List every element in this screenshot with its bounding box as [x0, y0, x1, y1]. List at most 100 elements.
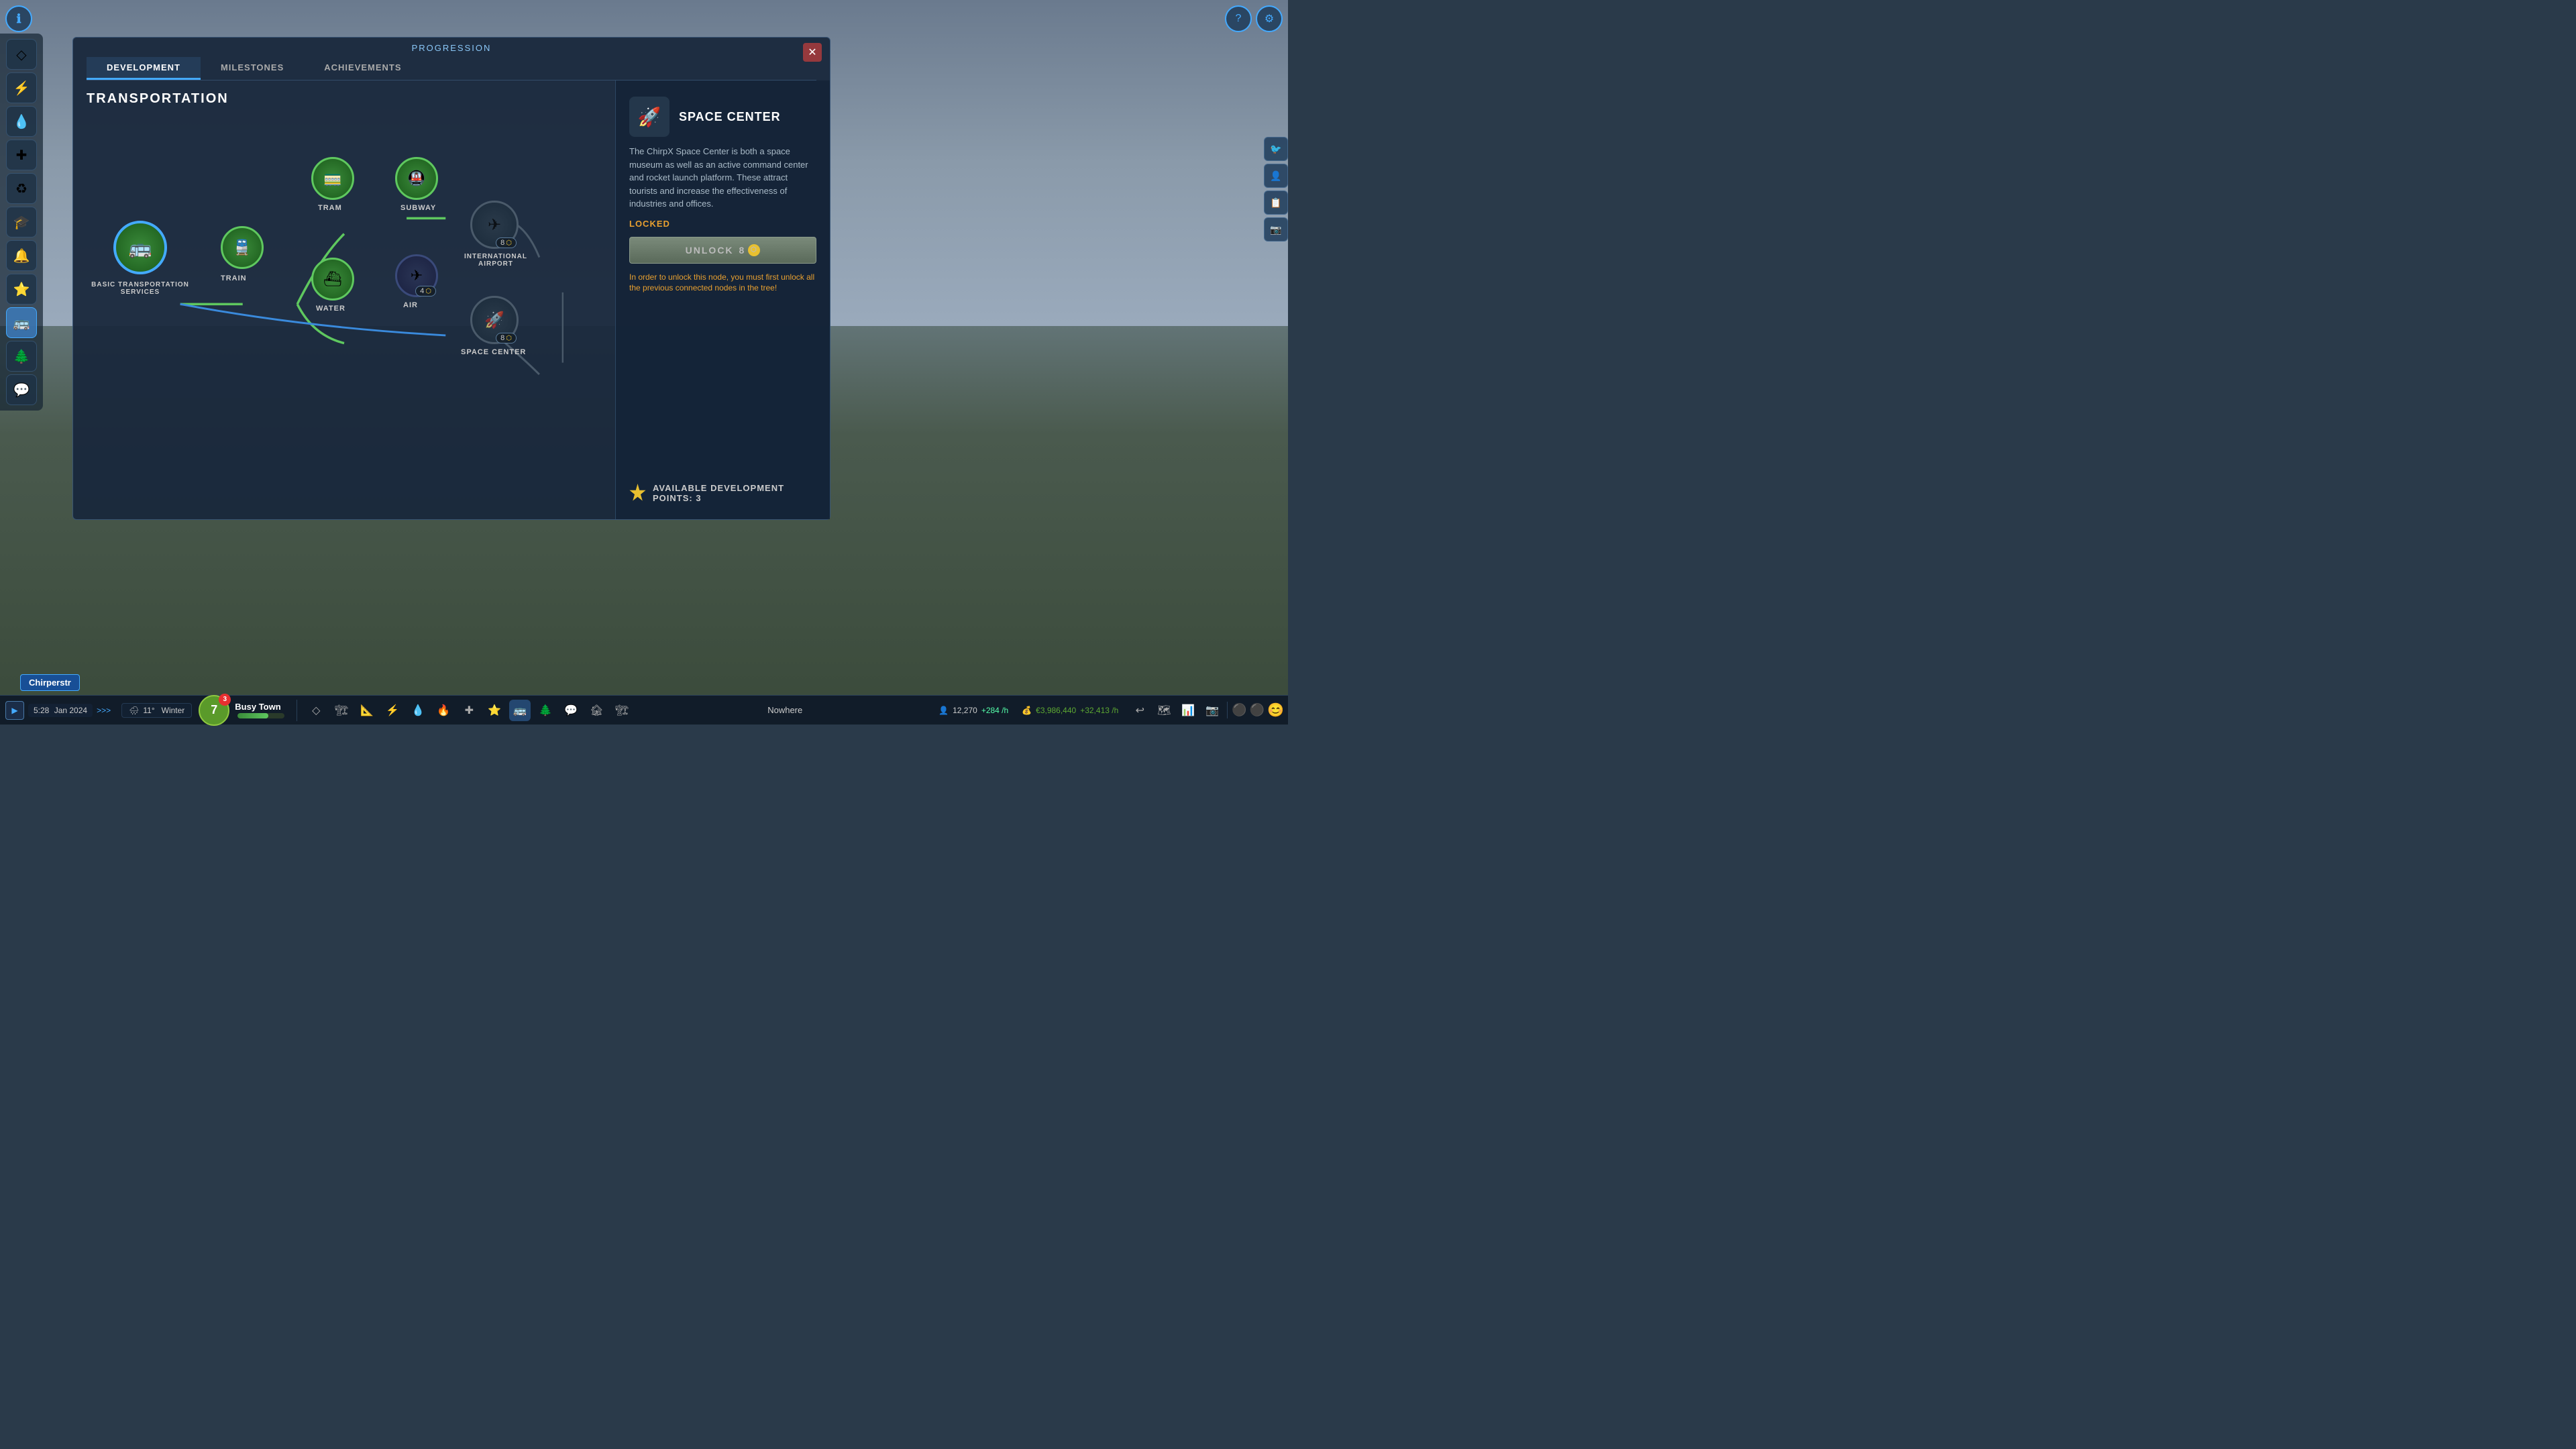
toolbar-chart[interactable]: 📊 — [1177, 700, 1199, 721]
toolbar-chat[interactable]: 💬 — [560, 700, 582, 721]
sidebar-item-parks[interactable]: 🌲 — [6, 341, 37, 372]
cost-icon: ⬡ — [748, 244, 760, 256]
node-tram[interactable]: 🚃 — [311, 157, 354, 200]
info-button[interactable]: ℹ — [5, 5, 32, 32]
node-basic-transport[interactable]: 🚌 — [113, 221, 167, 274]
settings-icon: ⚙ — [1265, 12, 1274, 25]
level-badge[interactable]: 7 3 — [199, 695, 229, 726]
reaction-neutral[interactable]: ⚫ — [1232, 703, 1246, 717]
toolbar-icons: ◇ 🏗 📐 ⚡ 💧 🔥 ✚ ⭐ 🚌 🌲 💬 🏚 🏗 — [300, 700, 638, 721]
sidebar-item-electricity[interactable]: ⚡ — [6, 72, 37, 103]
sidebar-item-education[interactable]: 🎓 — [6, 207, 37, 237]
sidebar-item-recycling[interactable]: ♻ — [6, 173, 37, 204]
toolbar-photo[interactable]: 📷 — [1201, 700, 1223, 721]
progression-modal: PROGRESSION ✕ DEVELOPMENT MILESTONES ACH… — [72, 37, 830, 520]
dev-points-icon — [629, 484, 646, 502]
node-airport-label: INTERNATIONALAIRPORT — [455, 253, 536, 268]
tab-milestones[interactable]: MILESTONES — [201, 57, 304, 80]
notepad-button[interactable]: 📋 — [1264, 191, 1288, 215]
game-time: 5:28 — [34, 706, 49, 715]
sidebar-item-transport[interactable]: 🚌 — [6, 307, 37, 338]
cost-value: 8 — [739, 245, 746, 256]
toolbar-undo[interactable]: ↩ — [1129, 700, 1150, 721]
population-widget: 👤 12,270 +284 /h — [932, 706, 1015, 715]
node-subway[interactable]: 🚇 — [395, 157, 438, 200]
money-icon: 💰 — [1022, 706, 1032, 715]
detail-status: LOCKED — [629, 219, 816, 229]
money-value: €3,986,440 — [1036, 706, 1076, 715]
toolbar-zone[interactable]: ◇ — [305, 700, 327, 721]
toolbar-transport[interactable]: 🚌 — [509, 700, 531, 721]
left-sidebar: ◇ ⚡ 💧 ✚ ♻ 🎓 🔔 ⭐ 🚌 🌲 💬 — [0, 34, 43, 411]
node-water-label: WATER — [316, 305, 345, 313]
detail-icon: 🚀 — [629, 97, 669, 137]
play-button[interactable]: ▶ — [5, 701, 24, 720]
toolbar-map[interactable]: 🗺 — [1153, 700, 1175, 721]
speed-buttons[interactable]: >>> — [97, 706, 111, 715]
toolbar-build2[interactable]: 🏗 — [611, 700, 633, 721]
city-display-name: Busy Town — [235, 702, 287, 712]
sidebar-item-health[interactable]: ✚ — [6, 140, 37, 170]
node-basic-transport-label: BASIC TRANSPORTATIONSERVICES — [90, 281, 191, 296]
screenshot-button[interactable]: 📷 — [1264, 217, 1288, 241]
settings-button[interactable]: ⚙ — [1256, 5, 1283, 32]
right-sidebar: 🐦 👤 📋 📷 — [1261, 134, 1288, 244]
reaction-neutral2[interactable]: ⚫ — [1250, 703, 1265, 717]
dev-points-label: AVAILABLE DEVELOPMENT POINTS: 3 — [653, 483, 816, 503]
toolbar-water[interactable]: 💧 — [407, 700, 429, 721]
toolbar-fire[interactable]: 🔥 — [433, 700, 454, 721]
sidebar-item-water[interactable]: 💧 — [6, 106, 37, 137]
node-subway-label: SUBWAY — [400, 204, 436, 212]
modal-body: TRANSPORTATION — [73, 80, 830, 519]
weather-widget: 🌧 11° Winter — [121, 703, 192, 718]
detail-description: The ChirpX Space Center is both a space … — [629, 145, 816, 211]
temperature: 11° — [143, 706, 154, 715]
tab-development[interactable]: DEVELOPMENT — [87, 57, 201, 80]
node-water-transport[interactable]: ⛴ — [311, 258, 354, 301]
season: Winter — [162, 706, 185, 715]
unlock-button[interactable]: UNLOCK 8 ⬡ — [629, 237, 816, 264]
notif-count: 3 — [223, 696, 227, 703]
node-train[interactable]: 🚆 — [221, 226, 264, 269]
detail-header: 🚀 SPACE CENTER — [629, 97, 816, 137]
toolbar-police[interactable]: ⭐ — [484, 700, 505, 721]
help-button[interactable]: ? — [1225, 5, 1252, 32]
node-space-center[interactable]: 🚀 8 ⬡ — [470, 296, 519, 344]
chirp-button[interactable]: 🐦 — [1264, 137, 1288, 161]
population-value: 12,270 — [953, 706, 977, 715]
xp-bar — [237, 713, 284, 718]
section-title: TRANSPORTATION — [87, 91, 602, 107]
play-icon: ▶ — [11, 706, 17, 715]
pop-icon: 👤 — [938, 706, 949, 715]
sidebar-item-fire[interactable]: 🔔 — [6, 240, 37, 271]
modal-close-button[interactable]: ✕ — [803, 43, 822, 62]
sidebar-item-police[interactable]: ⭐ — [6, 274, 37, 305]
modal-header: PROGRESSION ✕ — [73, 38, 830, 53]
help-icon: ? — [1236, 13, 1242, 25]
unlock-cost: 8 ⬡ — [739, 244, 761, 256]
sidebar-item-chat[interactable]: 💬 — [6, 374, 37, 405]
node-air[interactable]: ✈ 4 ⬡ — [395, 254, 438, 297]
reaction-happy[interactable]: 😊 — [1267, 702, 1284, 718]
citizen-button[interactable]: 👤 — [1264, 164, 1288, 188]
speed-icon[interactable]: >>> — [97, 706, 111, 715]
detail-title: SPACE CENTER — [679, 110, 781, 124]
unlock-label: UNLOCK — [686, 245, 734, 256]
weather-icon: 🌧 — [129, 706, 139, 715]
dev-tree-panel: TRANSPORTATION — [73, 80, 615, 519]
city-name: Nowhere — [767, 705, 802, 715]
pop-change: +284 /h — [981, 706, 1008, 715]
toolbar-snap[interactable]: 📐 — [356, 700, 378, 721]
tab-achievements[interactable]: ACHIEVEMENTS — [304, 57, 421, 80]
toolbar-road[interactable]: 🏗 — [331, 700, 352, 721]
node-international-airport[interactable]: ✈ 8 ⬡ — [470, 201, 519, 249]
toolbar-parks[interactable]: 🌲 — [535, 700, 556, 721]
level-number: 7 — [211, 703, 217, 717]
sidebar-item-zone[interactable]: ◇ — [6, 39, 37, 70]
toolbar-electricity[interactable]: ⚡ — [382, 700, 403, 721]
detail-warning: In order to unlock this node, you must f… — [629, 272, 816, 294]
toolbar-bulldoze[interactable]: 🏚 — [586, 700, 607, 721]
street-name: Chirperstr — [29, 678, 71, 688]
toolbar-health[interactable]: ✚ — [458, 700, 480, 721]
game-date: Jan 2024 — [54, 706, 87, 715]
